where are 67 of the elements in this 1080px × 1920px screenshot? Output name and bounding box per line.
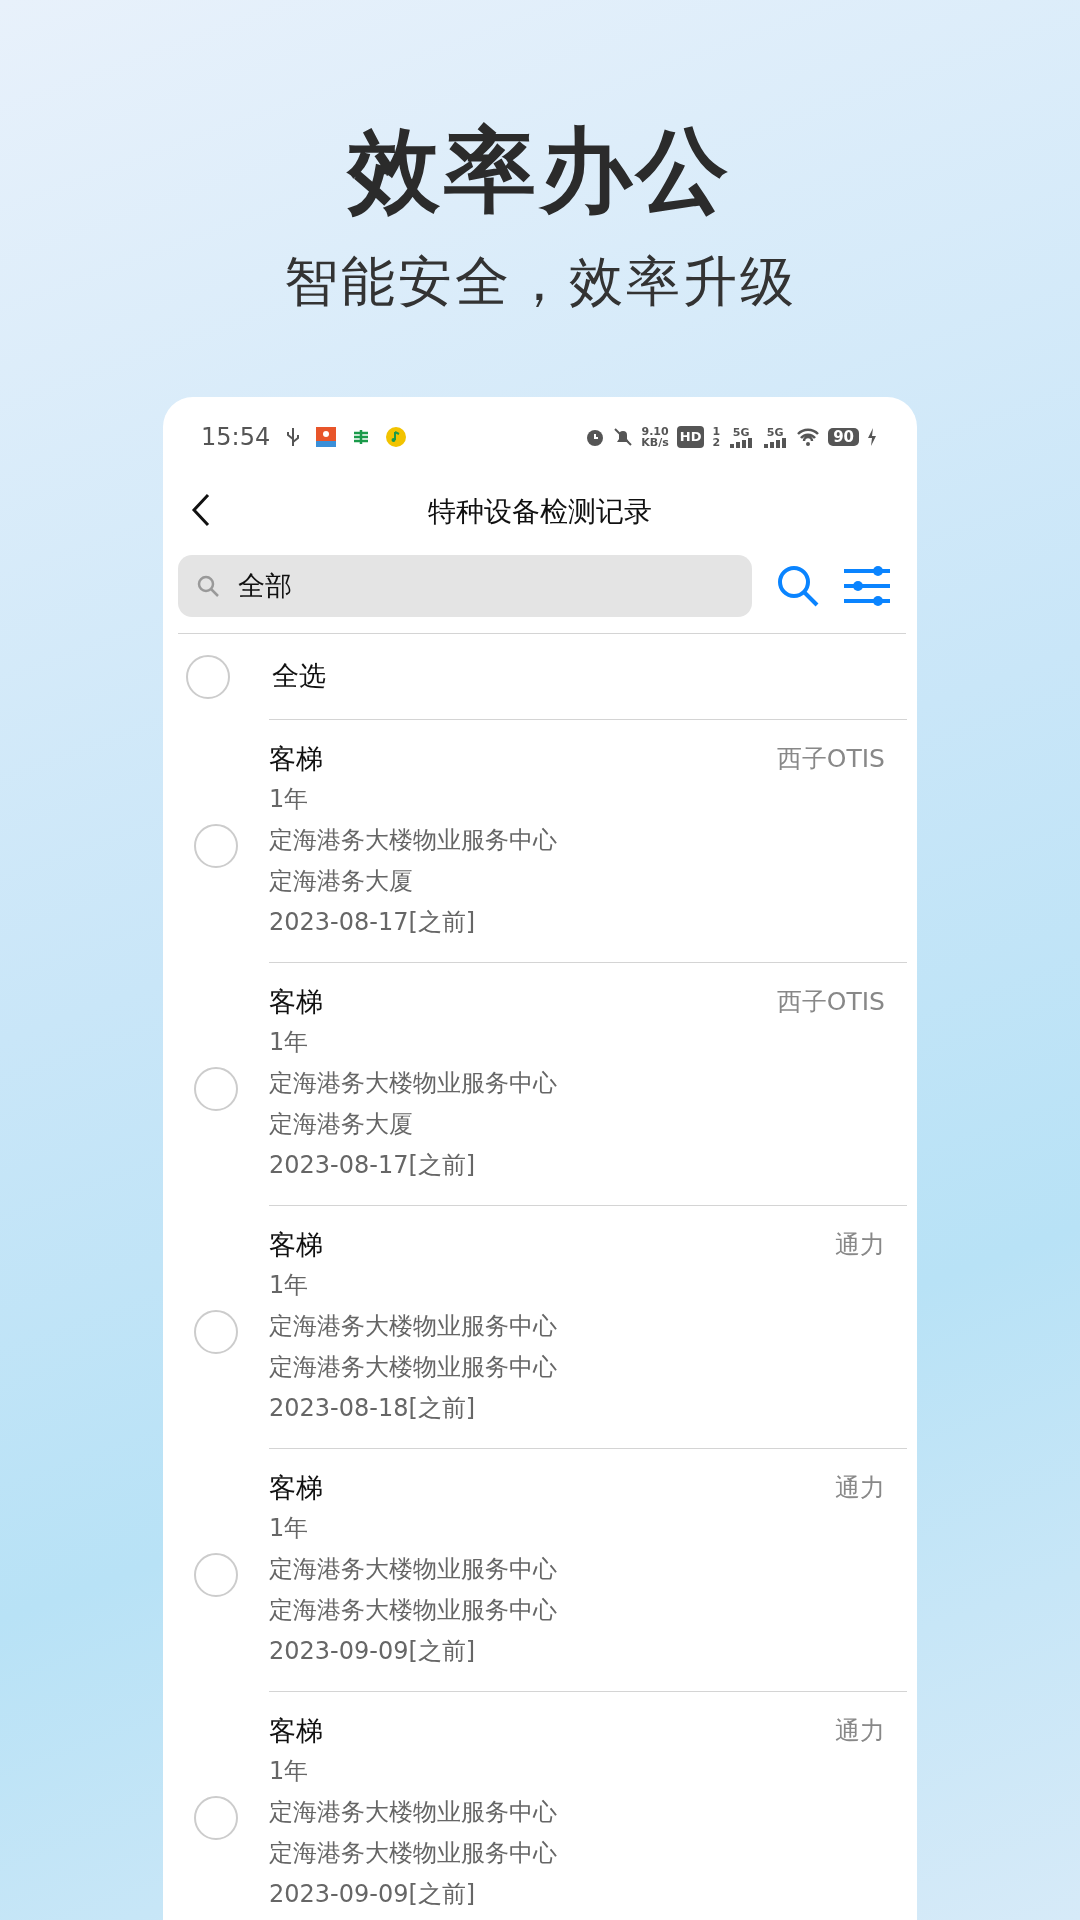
item-checkbox[interactable]	[194, 824, 238, 868]
inspection-cycle: 1年	[269, 1513, 310, 1544]
inspection-cycle: 1年	[269, 1027, 310, 1058]
filter-icon	[844, 566, 890, 606]
sim-index: 2	[712, 437, 721, 448]
location-name: 定海港务大楼物业服务中心	[269, 1595, 558, 1626]
hd-badge: HD	[676, 426, 705, 448]
network-speed-unit: KB/s	[641, 437, 669, 448]
location-name: 定海港务大厦	[269, 866, 414, 897]
status-time: 15:54	[201, 422, 271, 453]
network-type: 5G	[731, 426, 751, 438]
due-date: 2023-08-17[之前]	[269, 1150, 477, 1181]
search-icon	[196, 574, 220, 598]
brand-name: 通力	[835, 1472, 885, 1504]
wifi-icon	[796, 428, 821, 446]
signal-icon	[762, 437, 789, 448]
location-name: 定海港务大楼物业服务中心	[269, 1352, 558, 1383]
item-checkbox[interactable]	[194, 1067, 238, 1111]
back-button[interactable]	[191, 493, 211, 527]
location-name: 定海港务大楼物业服务中心	[269, 1838, 558, 1869]
inspection-cycle: 1年	[269, 1756, 310, 1787]
filter-button[interactable]	[844, 566, 890, 606]
select-all-checkbox[interactable]	[186, 654, 230, 699]
brand-name: 通力	[835, 1229, 885, 1261]
item-checkbox[interactable]	[194, 1310, 238, 1354]
sim-index: 1	[712, 426, 721, 437]
charging-icon	[867, 428, 877, 446]
page-title: 特种设备检测记录	[428, 494, 652, 530]
due-date: 2023-09-09[之前]	[269, 1636, 477, 1667]
brand-name: 通力	[835, 1715, 885, 1747]
due-date: 2023-09-09[之前]	[269, 1879, 477, 1910]
item-checkbox[interactable]	[194, 1796, 238, 1840]
unit-name: 定海港务大楼物业服务中心	[269, 1797, 558, 1828]
equipment-type: 客梯	[269, 1228, 323, 1262]
search-icon	[776, 564, 820, 608]
select-all-label: 全选	[272, 659, 326, 694]
search-button[interactable]	[776, 564, 820, 608]
brand-name: 西子OTIS	[776, 986, 885, 1018]
unit-name: 定海港务大楼物业服务中心	[269, 1068, 558, 1099]
usb-icon	[286, 427, 301, 447]
due-date: 2023-08-18[之前]	[269, 1393, 477, 1424]
music-icon	[386, 427, 407, 447]
promo-title: 效率办公	[345, 116, 733, 217]
app-icon	[316, 427, 337, 447]
network-type: 5G	[765, 426, 785, 438]
search-bar[interactable]: 全部	[178, 555, 752, 617]
inspection-cycle: 1年	[269, 1270, 310, 1301]
battery-level: 90	[828, 427, 859, 447]
unit-name: 定海港务大楼物业服务中心	[269, 1554, 558, 1585]
equipment-type: 客梯	[269, 1471, 323, 1505]
equipment-type: 客梯	[269, 985, 323, 1019]
item-checkbox[interactable]	[194, 1553, 238, 1597]
location-name: 定海港务大厦	[269, 1109, 414, 1140]
mute-bell-icon	[613, 427, 634, 447]
network-speed: 9.10	[641, 426, 669, 437]
due-date: 2023-08-17[之前]	[269, 907, 477, 938]
signal-icon	[728, 437, 755, 448]
alarm-icon	[585, 427, 606, 447]
equipment-type: 客梯	[269, 742, 323, 776]
unit-name: 定海港务大楼物业服务中心	[269, 825, 558, 856]
promo-subtitle: 智能安全，效率升级	[282, 255, 798, 309]
search-input[interactable]: 全部	[236, 564, 636, 608]
inspection-cycle: 1年	[269, 784, 310, 815]
brand-name: 西子OTIS	[776, 743, 885, 775]
equipment-type: 客梯	[269, 1714, 323, 1748]
app-icon	[352, 428, 371, 446]
unit-name: 定海港务大楼物业服务中心	[269, 1311, 558, 1342]
